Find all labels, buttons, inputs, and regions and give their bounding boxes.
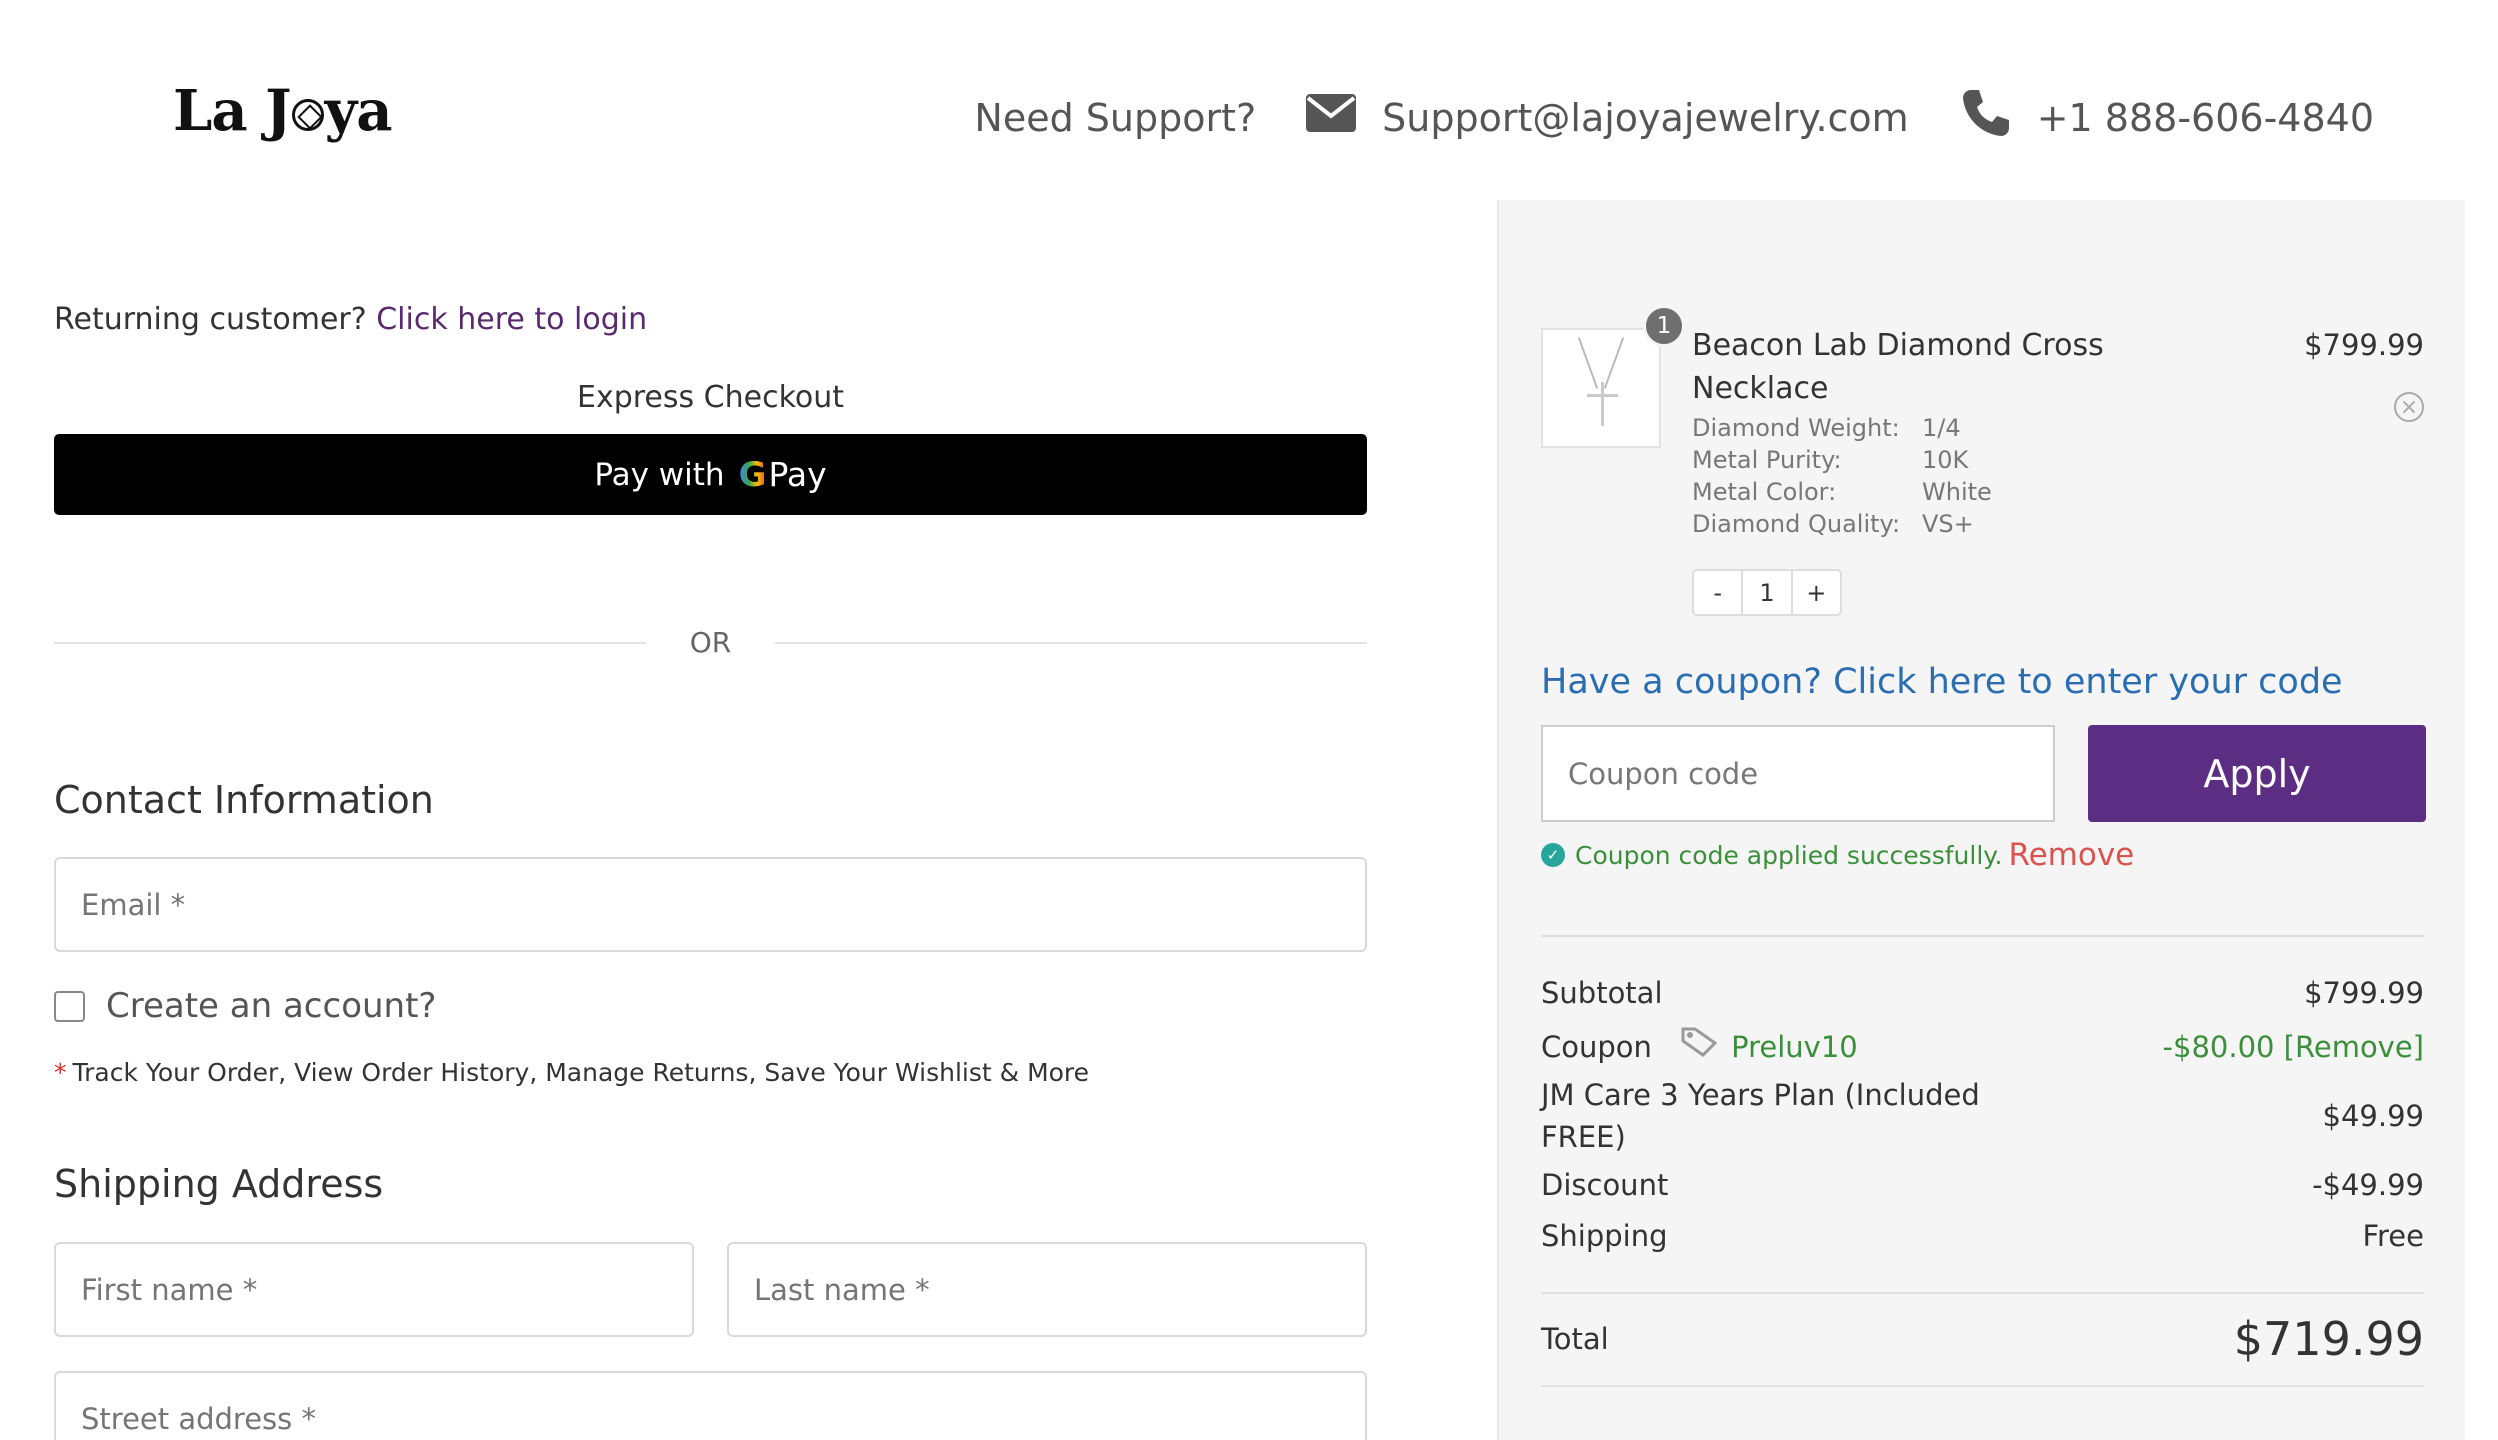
product-price: $799.99 <box>2304 328 2424 362</box>
attribute-value: White <box>1922 478 1992 506</box>
divider-line-left <box>54 641 646 644</box>
required-star: * <box>54 1058 67 1087</box>
attribute-key: Metal Color: <box>1692 478 1837 506</box>
cross-pendant-vertical <box>1601 382 1604 426</box>
coupon-discount-value[interactable]: -$80.00 [Remove] <box>2163 1030 2424 1064</box>
contact-information-heading: Contact Information <box>54 778 434 822</box>
logo-text-end: ya <box>324 78 393 144</box>
necklace-chain-right <box>1603 337 1625 389</box>
first-name-input[interactable] <box>81 1244 692 1335</box>
summary-divider-top <box>1541 935 2424 937</box>
product-name: Beacon Lab Diamond Cross Necklace <box>1692 328 2104 406</box>
total-label: Total <box>1541 1322 1609 1356</box>
phone-icon <box>1961 88 2011 147</box>
discount-label: Discount <box>1541 1168 1669 1202</box>
coupon-success-text: Coupon code applied successfully. <box>1575 840 2003 870</box>
subtotal-value: $799.99 <box>2304 976 2424 1010</box>
support-phone-link[interactable]: +1 888-606-4840 <box>2037 96 2374 140</box>
quantity-stepper: - 1 + <box>1692 569 1842 616</box>
or-divider: OR <box>54 626 1367 659</box>
remove-coupon-link[interactable]: Remove <box>2008 837 2134 873</box>
quantity-value[interactable]: 1 <box>1741 571 1793 614</box>
returning-customer-text: Returning customer? <box>54 302 367 337</box>
shipping-address-heading: Shipping Address <box>54 1162 384 1206</box>
decrease-quantity-button[interactable]: - <box>1694 579 1741 607</box>
or-label: OR <box>689 626 732 659</box>
order-summary-panel: 1 Beacon Lab Diamond Cross Necklace $799… <box>1497 200 2465 1440</box>
cross-pendant-horizontal <box>1587 394 1618 397</box>
create-account-label: Create an account? <box>106 986 437 1026</box>
attribute-row: Metal Purity: 10K <box>1692 444 1992 476</box>
summary-divider-total <box>1541 1292 2424 1294</box>
google-g-icon: G <box>738 454 767 495</box>
subtotal-label: Subtotal <box>1541 976 1663 1010</box>
coupon-label: Coupon <box>1541 1030 1652 1064</box>
coupon-applied-message: ✓ Coupon code applied successfully. Remo… <box>1541 837 2134 873</box>
create-account-option[interactable]: Create an account? <box>54 986 436 1026</box>
attribute-key: Metal Purity: <box>1692 446 1842 474</box>
create-account-checkbox[interactable] <box>54 990 85 1022</box>
attribute-row: Diamond Weight: 1/4 <box>1692 412 1992 444</box>
total-row: Total $719.99 <box>1541 1308 2424 1370</box>
shipping-label: Shipping <box>1541 1219 1668 1253</box>
attribute-value: 10K <box>1922 446 1969 474</box>
attribute-row: Diamond Quality: VS+ <box>1692 508 1992 540</box>
google-pay-button[interactable]: Pay with G Pay <box>54 434 1367 515</box>
product-attributes: Diamond Weight: 1/4 Metal Purity: 10K Meta… <box>1692 412 1992 540</box>
site-logo[interactable]: La J ya <box>173 78 393 144</box>
discount-row: Discount -$49.99 <box>1541 1164 2424 1206</box>
divider-line-right <box>775 641 1367 644</box>
discount-value: -$49.99 <box>2312 1168 2424 1202</box>
applied-coupon-tag: Preluv10 <box>1681 1026 1858 1068</box>
last-name-input[interactable] <box>754 1244 1365 1335</box>
total-value: $719.99 <box>2233 1312 2424 1366</box>
street-address-input[interactable] <box>81 1373 1365 1440</box>
email-field[interactable] <box>54 857 1367 952</box>
street-address-field[interactable] <box>54 1371 1367 1440</box>
attribute-key: Diamond Quality: <box>1692 510 1901 538</box>
support-bar: Need Support? Support@lajoyajewelry.com … <box>974 88 2374 147</box>
diamond-logo-icon <box>291 99 324 131</box>
care-plan-label: JM Care 3 Years Plan (Included FREE) <box>1541 1078 1980 1154</box>
coupon-toggle-link[interactable]: Have a coupon? Click here to enter your … <box>1541 662 2343 702</box>
gpay-prefix: Pay with <box>594 456 725 493</box>
tag-icon <box>1681 1026 1718 1068</box>
last-name-field[interactable] <box>727 1242 1367 1337</box>
coupon-row-label-group: Coupon Preluv10 <box>1541 1026 1858 1068</box>
email-input[interactable] <box>81 859 1365 950</box>
care-plan-row: JM Care 3 Years Plan (Included FREE) $49… <box>1541 1074 2424 1158</box>
coupon-code-field[interactable] <box>1541 725 2055 822</box>
item-quantity-badge: 1 <box>1643 305 1685 347</box>
attribute-key: Diamond Weight: <box>1692 414 1900 442</box>
shipping-value: Free <box>2362 1219 2424 1253</box>
returning-customer-notice: Returning customer? Click here to login <box>54 302 647 337</box>
necklace-chain-left <box>1577 337 1599 389</box>
coupon-code-input[interactable] <box>1568 756 2053 791</box>
logo-text-start: La J <box>173 78 292 144</box>
coupon-code-label: Preluv10 <box>1731 1030 1858 1064</box>
first-name-field[interactable] <box>54 1242 694 1337</box>
care-plan-value: $49.99 <box>2322 1099 2424 1133</box>
close-circle-icon[interactable]: × <box>2394 392 2424 422</box>
increase-quantity-button[interactable]: + <box>1793 579 1840 607</box>
login-link[interactable]: Click here to login <box>376 302 647 337</box>
attribute-value: 1/4 <box>1922 414 1961 442</box>
support-email-link[interactable]: Support@lajoyajewelry.com <box>1382 96 1909 140</box>
account-benefits-text: Track Your Order, View Order History, Ma… <box>72 1058 1090 1087</box>
gpay-pay-text: Pay <box>768 455 827 494</box>
apply-coupon-button[interactable]: Apply <box>2088 725 2426 822</box>
summary-divider-bottom <box>1541 1385 2424 1387</box>
need-support-label: Need Support? <box>974 95 1257 140</box>
product-thumbnail[interactable] <box>1541 328 1661 448</box>
attribute-value: VS+ <box>1922 510 1974 538</box>
check-circle-icon: ✓ <box>1541 843 1565 867</box>
account-benefits-note: * Track Your Order, View Order History, M… <box>54 1058 1089 1087</box>
attribute-row: Metal Color: White <box>1692 476 1992 508</box>
envelope-icon <box>1306 94 1357 141</box>
subtotal-row: Subtotal $799.99 <box>1541 972 2424 1014</box>
coupon-row: Coupon Preluv10 -$80.00 [Remove] <box>1541 1026 2424 1068</box>
express-checkout-label: Express Checkout <box>576 380 845 415</box>
shipping-row: Shipping Free <box>1541 1215 2424 1257</box>
